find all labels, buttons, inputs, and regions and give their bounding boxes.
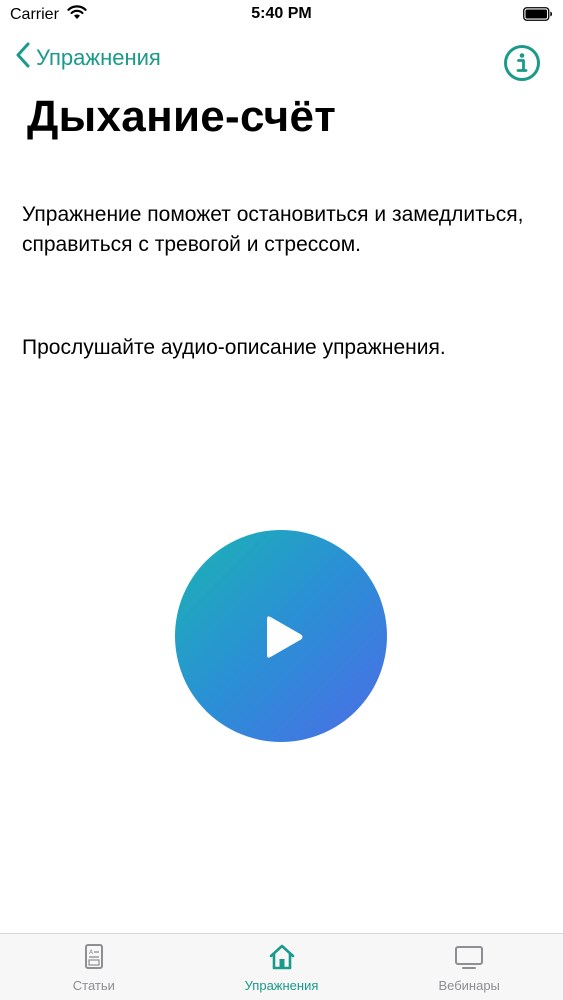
tab-articles-label: Статьи <box>72 978 115 993</box>
tab-webinars[interactable]: Вебинары <box>375 934 563 1000</box>
status-bar: Carrier 5:40 PM <box>0 0 563 30</box>
tab-webinars-label: Вебинары <box>438 978 500 993</box>
exercise-description: Упражнение поможет остановиться и замедл… <box>22 203 524 256</box>
tab-exercises[interactable]: Упражнения <box>188 934 376 1000</box>
screen: Carrier 5:40 PM Упражнения Дыхание-счёт … <box>0 0 563 1000</box>
battery-icon <box>523 7 553 21</box>
tv-icon <box>455 946 484 969</box>
info-icon <box>503 45 541 86</box>
tab-articles[interactable]: A Статьи <box>0 934 188 1000</box>
audio-instruction: Прослушайте аудио-описание упражнения. <box>22 336 446 359</box>
back-button-label: Упражнения <box>36 45 161 70</box>
play-button[interactable] <box>175 530 387 742</box>
chevron-left-icon <box>16 42 36 74</box>
svg-text:A: A <box>89 949 94 956</box>
back-button[interactable]: Упражнения <box>16 42 161 74</box>
articles-icon: A <box>84 944 103 969</box>
home-icon <box>269 944 294 970</box>
tab-exercises-label: Упражнения <box>244 978 319 993</box>
status-time: 5:40 PM <box>251 5 312 22</box>
tab-bar: A Статьи Упражнения Вебинары <box>0 933 563 1000</box>
page-title: Дыхание-счёт <box>27 92 337 141</box>
info-button[interactable] <box>503 44 541 82</box>
play-icon <box>267 616 303 658</box>
